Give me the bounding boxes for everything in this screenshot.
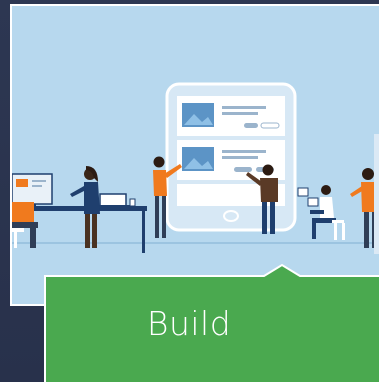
card-image-frame[interactable] — [10, 4, 379, 306]
laptop-icon — [99, 193, 127, 207]
label-tab[interactable]: Build — [44, 262, 379, 382]
team-building-illustration — [12, 6, 379, 304]
card-title: Build — [146, 304, 232, 343]
illustration-scene — [12, 82, 379, 254]
card-container[interactable]: Build — [0, 0, 379, 382]
monitor-icon — [12, 173, 53, 205]
